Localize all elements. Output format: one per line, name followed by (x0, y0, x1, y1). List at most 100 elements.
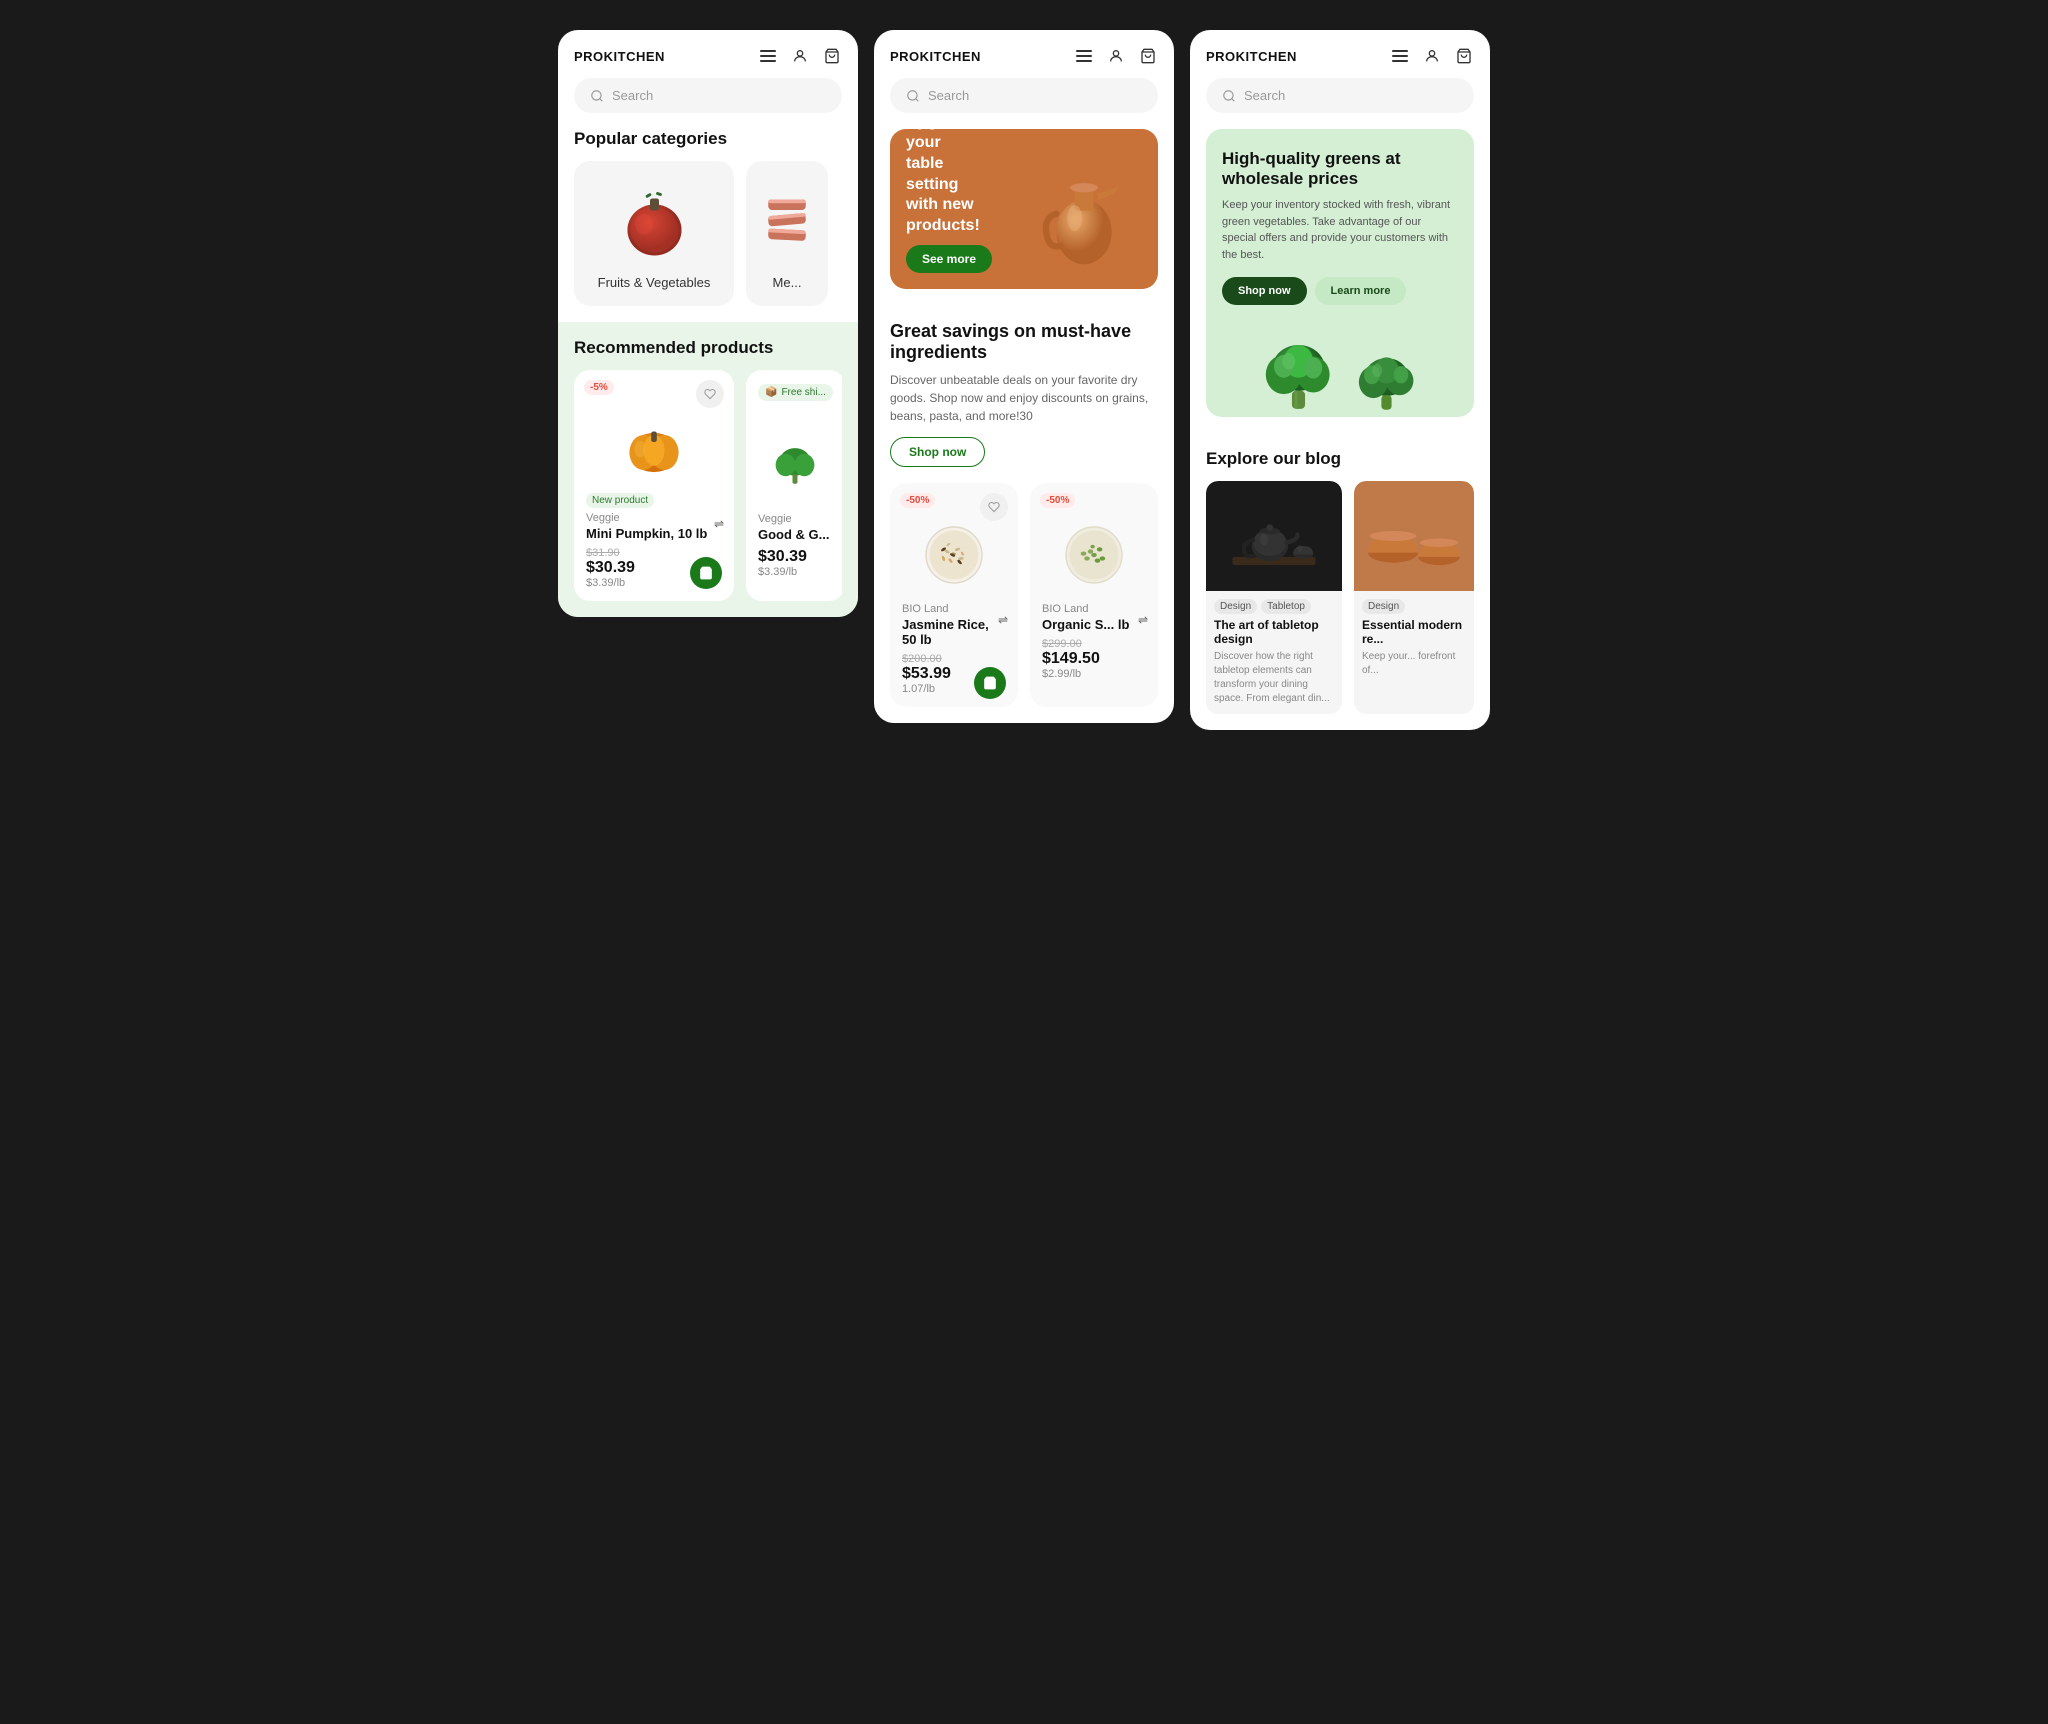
brand-logo-1: PROKITCHEN (574, 49, 665, 64)
blog-title: Explore our blog (1206, 449, 1474, 469)
compare-icon-pumpkin[interactable]: ⇌ (714, 517, 724, 531)
product-category-broccoli: Veggie (758, 513, 833, 525)
brand-logo-2: PROKITCHEN (890, 49, 981, 64)
current-price-seeds: $149.50 (1042, 650, 1146, 668)
current-price-broccoli: $30.39 (758, 548, 833, 566)
product-cat-rice: BIO Land (902, 603, 1006, 615)
menu-icon-3[interactable] (1390, 46, 1410, 66)
user-icon-3[interactable] (1422, 46, 1442, 66)
search-icon-1 (590, 89, 604, 103)
price-unit-seeds: $2.99/lb (1042, 668, 1146, 680)
badge-rice: -50% (900, 493, 935, 508)
product-card-rice: -50% (890, 483, 1018, 707)
search-placeholder-1: Search (612, 88, 653, 103)
add-to-cart-pumpkin[interactable] (690, 557, 722, 589)
search-placeholder-3: Search (1244, 88, 1285, 103)
search-bar-3[interactable]: Search (1206, 78, 1474, 113)
add-to-cart-rice[interactable] (974, 667, 1006, 699)
search-icon-2 (906, 89, 920, 103)
clay-jug-svg (1039, 149, 1129, 269)
learn-more-btn-p3[interactable]: Learn more (1315, 277, 1407, 305)
blog-card-modern[interactable]: Design Essential modern re... Keep your.… (1354, 481, 1474, 714)
menu-icon-1[interactable] (758, 46, 778, 66)
broccoli-images (1222, 317, 1458, 417)
category-meat[interactable]: Me... (746, 161, 828, 306)
product-card-seeds: -50% ⇌ BIO Land Organic S... lb (1030, 483, 1158, 707)
cart-icon-3[interactable] (1454, 46, 1474, 66)
menu-icon-2[interactable] (1074, 46, 1094, 66)
search-icon-3 (1222, 89, 1236, 103)
green-promo-title: High-quality greens at wholesale prices (1222, 149, 1458, 189)
promo-banner: Upgrade your table setting with new prod… (890, 129, 1158, 289)
search-placeholder-2: Search (928, 88, 969, 103)
wishlist-btn-rice[interactable] (980, 493, 1008, 521)
original-price-seeds: $299.00 (1042, 638, 1146, 650)
category-label-fruits: Fruits & Vegetables (590, 275, 718, 290)
user-icon-2[interactable] (1106, 46, 1126, 66)
tea-set-svg (1224, 491, 1324, 581)
categories-title-1: Popular categories (558, 129, 858, 161)
pomegranate-icon (617, 185, 692, 260)
blog-tag-design-1: Design (1214, 599, 1257, 614)
blog-card-desc-modern: Keep your... forefront of... (1362, 650, 1466, 678)
shop-now-btn-p3[interactable]: Shop now (1222, 277, 1307, 305)
blog-tags-modern: Design (1362, 599, 1466, 614)
products-scroll-1: -5% (574, 370, 842, 601)
broccoli-1-svg (1256, 327, 1341, 417)
seeds-svg (1059, 520, 1129, 590)
recommended-title-1: Recommended products (574, 338, 842, 358)
brand-logo-3: PROKITCHEN (1206, 49, 1297, 64)
search-bar-1[interactable]: Search (574, 78, 842, 113)
savings-desc: Discover unbeatable deals on your favori… (890, 371, 1158, 425)
phone-frame-2: PROKITCHEN Search Upgrade your table set… (874, 30, 1174, 723)
wishlist-btn-pumpkin[interactable] (696, 380, 724, 408)
cart-icon-2[interactable] (1138, 46, 1158, 66)
blog-tag-design-2: Design (1362, 599, 1405, 614)
free-shipping-badge: 📦 Free shi... (758, 384, 833, 401)
category-fruits[interactable]: Fruits & Vegetables (574, 161, 734, 306)
header-2: PROKITCHEN (874, 30, 1174, 78)
category-label-meat: Me... (762, 275, 812, 290)
product-card-pumpkin: -5% (574, 370, 734, 601)
blog-section: Explore our blog (1190, 433, 1490, 730)
see-more-btn[interactable]: See more (906, 245, 992, 273)
shop-now-btn-p2[interactable]: Shop now (890, 437, 985, 467)
green-promo-buttons: Shop now Learn more (1222, 277, 1458, 305)
product-name-seeds: Organic S... lb (1042, 617, 1146, 632)
savings-title: Great savings on must-have ingredients (890, 321, 1158, 363)
header-icons-2 (1074, 46, 1158, 66)
savings-section: Great savings on must-have ingredients D… (874, 305, 1174, 483)
pumpkin-svg (619, 407, 689, 477)
product-img-pumpkin (586, 402, 722, 482)
product-img-rice (902, 515, 1006, 595)
new-product-tag: New product (586, 493, 654, 508)
cart-icon-1[interactable] (822, 46, 842, 66)
product-img-broccoli (758, 425, 833, 505)
blog-card-desc-tabletop: Discover how the right tabletop elements… (1214, 650, 1334, 706)
recommended-section-1: Recommended products -5% (558, 322, 858, 617)
compare-icon-rice[interactable]: ⇌ (998, 613, 1008, 627)
broccoli-2-svg (1349, 337, 1424, 417)
product-name-rice: Jasmine Rice, 50 lb (902, 617, 1006, 647)
product-category-pumpkin: Veggie (586, 512, 722, 524)
clay-bowls-svg (1364, 491, 1464, 581)
compare-icon-seeds[interactable]: ⇌ (1138, 613, 1148, 627)
product-name-pumpkin: Mini Pumpkin, 10 lb (586, 526, 722, 541)
blog-cards: Design Tabletop The art of tabletop desi… (1206, 481, 1474, 714)
blog-card-title-tabletop: The art of tabletop design (1214, 618, 1334, 646)
header-icons-3 (1390, 46, 1474, 66)
products-grid-p2: -50% (874, 483, 1174, 723)
blog-card-tabletop[interactable]: Design Tabletop The art of tabletop desi… (1206, 481, 1342, 714)
price-unit-broccoli: $3.39/lb (758, 566, 833, 578)
blog-card-title-modern: Essential modern re... (1362, 618, 1466, 646)
meat-icon (762, 192, 812, 252)
product-cat-seeds: BIO Land (1042, 603, 1146, 615)
header-icons-1 (758, 46, 842, 66)
product-name-broccoli: Good & G... (758, 527, 833, 542)
search-bar-2[interactable]: Search (890, 78, 1158, 113)
user-icon-1[interactable] (790, 46, 810, 66)
green-promo-banner: High-quality greens at wholesale prices … (1206, 129, 1474, 417)
blog-tags-tabletop: Design Tabletop (1214, 599, 1334, 614)
product-img-seeds (1042, 515, 1146, 595)
blog-tag-tabletop: Tabletop (1261, 599, 1311, 614)
